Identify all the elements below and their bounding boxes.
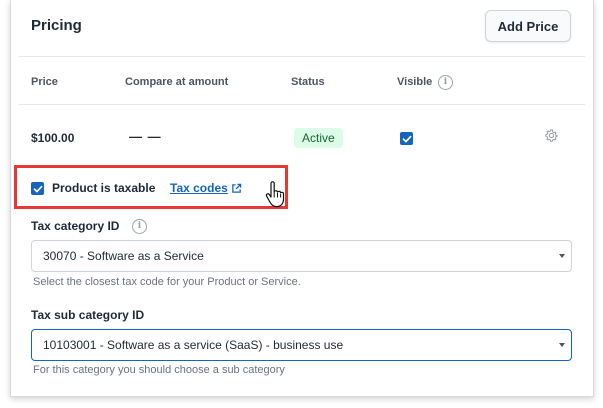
add-price-button[interactable]: Add Price <box>485 10 571 42</box>
tax-codes-link-label: Tax codes <box>170 181 228 195</box>
caret-down-icon <box>559 343 565 347</box>
external-link-icon <box>232 183 242 193</box>
taxable-label: Product is taxable <box>52 181 156 195</box>
column-header-price: Price <box>31 76 58 88</box>
taxable-checkbox[interactable] <box>31 182 44 195</box>
column-header-visible: Visible <box>397 76 433 88</box>
tax-category-value: 30070 - Software as a Service <box>43 249 204 263</box>
compare-at-amount-value: — — <box>129 129 162 144</box>
caret-down-icon <box>559 254 565 258</box>
checkmark-icon <box>402 135 411 142</box>
price-value: $100.00 <box>31 131 75 145</box>
hand-pointer-cursor-icon <box>265 181 285 208</box>
tax-sub-category-value: 10103001 - Software as a service (SaaS) … <box>43 338 344 352</box>
pricing-card: Pricing Add Price Price Compare at amoun… <box>10 0 594 397</box>
info-icon[interactable]: i <box>438 75 453 90</box>
info-icon[interactable]: i <box>132 219 147 234</box>
header-divider <box>19 56 585 57</box>
tax-category-select[interactable]: 30070 - Software as a Service <box>31 240 572 272</box>
tax-category-help: Select the closest tax code for your Pro… <box>33 276 301 288</box>
checkmark-icon <box>33 185 42 192</box>
tax-sub-category-label: Tax sub category ID <box>31 308 145 322</box>
tax-category-label: Tax category ID <box>31 219 120 233</box>
tax-sub-category-help: For this category you should choose a su… <box>33 364 285 376</box>
column-header-status: Status <box>291 76 325 88</box>
column-header-compare: Compare at amount <box>125 76 229 88</box>
gear-icon[interactable] <box>544 128 559 143</box>
pricing-title: Pricing <box>31 17 82 34</box>
tax-sub-category-select[interactable]: 10103001 - Software as a service (SaaS) … <box>31 329 572 361</box>
status-badge: Active <box>294 128 343 148</box>
tax-codes-link[interactable]: Tax codes <box>170 181 242 195</box>
table-header-divider <box>19 104 585 105</box>
visible-checkbox[interactable] <box>400 132 413 145</box>
